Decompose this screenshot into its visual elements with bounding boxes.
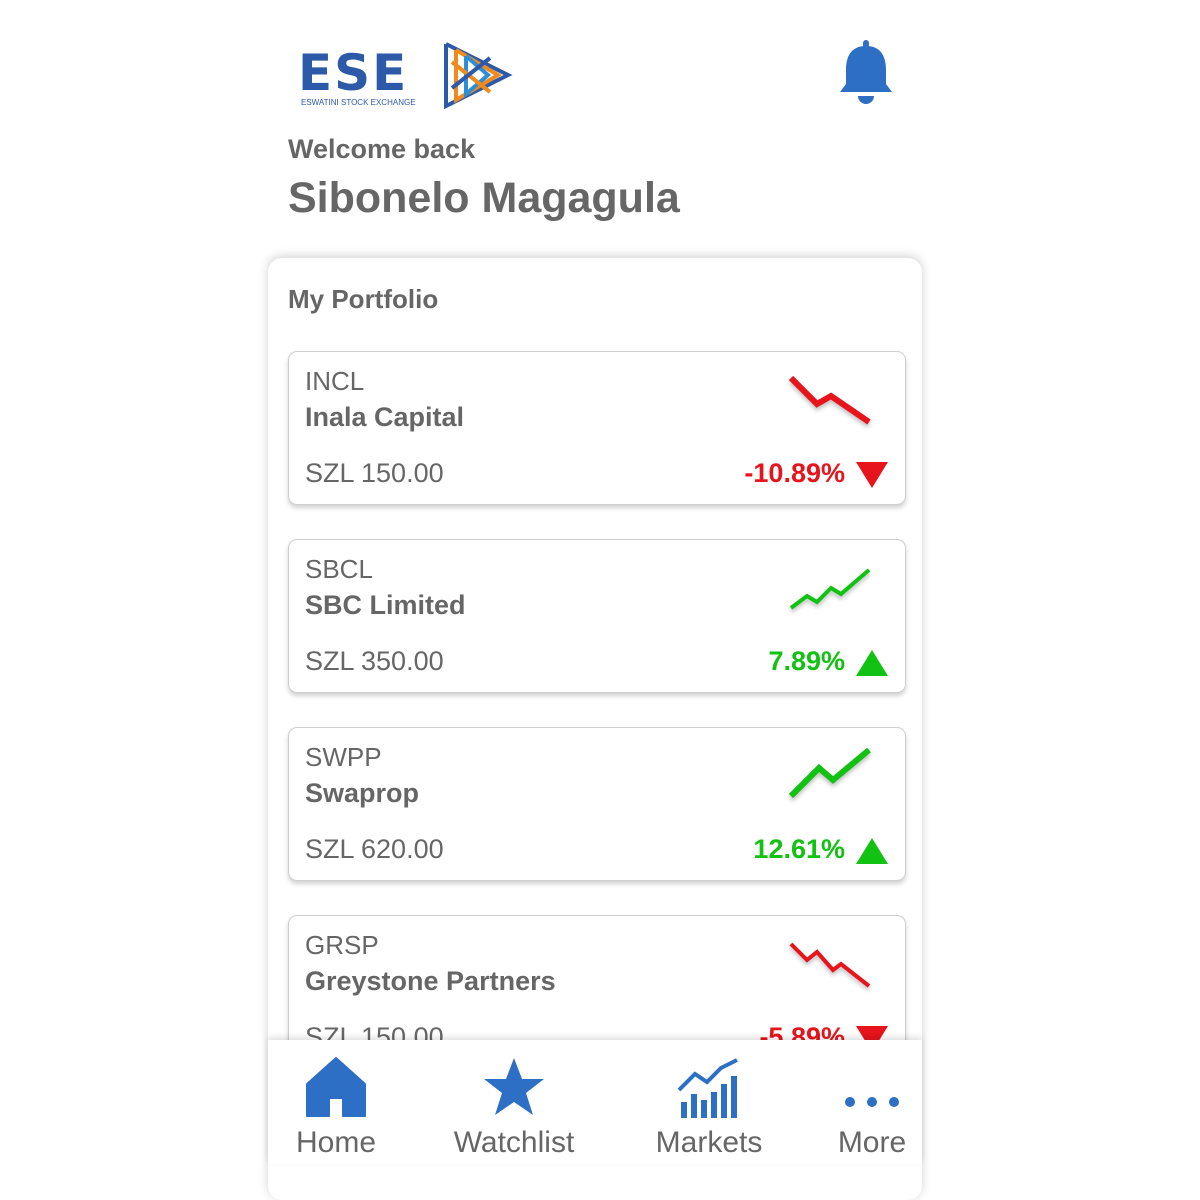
stock-ticker: GRSP xyxy=(305,930,379,960)
stock-name: SBC Limited xyxy=(305,590,466,620)
app-screen: ESE ESWATINI STOCK EXCHANGE Welcome back… xyxy=(268,0,922,1200)
stock-name: Greystone Partners xyxy=(305,966,556,996)
nav-label-watchlist: Watchlist xyxy=(453,1126,575,1159)
trend-down-icon xyxy=(789,942,871,988)
markets-chart-icon xyxy=(677,1058,738,1118)
up-triangle-icon xyxy=(856,650,888,676)
down-triangle-icon xyxy=(856,1026,888,1040)
stock-ticker: SWPP xyxy=(305,742,382,772)
nav-label-more: More xyxy=(837,1126,907,1159)
nav-label-markets: Markets xyxy=(655,1126,763,1159)
stock-card-incl[interactable]: INCL Inala Capital SZL 150.00 -10.89% xyxy=(288,351,906,505)
stock-price: SZL 150.00 xyxy=(305,458,444,488)
trend-up-icon xyxy=(789,568,871,610)
more-dots-icon xyxy=(845,1097,899,1107)
stock-change: -10.89% xyxy=(744,458,845,488)
stock-card-swpp[interactable]: SWPP Swaprop SZL 620.00 12.61% xyxy=(288,727,906,881)
stock-price: SZL 150.00 xyxy=(305,1022,444,1040)
trend-down-icon xyxy=(788,375,871,425)
stock-change: -5.89% xyxy=(759,1022,845,1040)
stock-ticker: INCL xyxy=(305,366,365,396)
stock-card-sbcl[interactable]: SBCL SBC Limited SZL 350.00 7.89% xyxy=(288,539,906,693)
bell-icon[interactable] xyxy=(836,38,896,106)
nav-label-home: Home xyxy=(295,1126,377,1159)
logo-mark-icon xyxy=(444,42,513,110)
nav-item-markets[interactable]: Markets xyxy=(642,1040,776,1164)
stock-ticker: SBCL xyxy=(305,554,373,584)
nav-item-more[interactable]: More xyxy=(822,1040,922,1164)
user-name: Sibonelo Magagula xyxy=(288,174,680,222)
logo-subtitle: ESWATINI STOCK EXCHANGE xyxy=(301,98,416,107)
star-icon xyxy=(484,1058,544,1115)
ese-logo: ESE ESWATINI STOCK EXCHANGE xyxy=(298,38,513,112)
portfolio-card: My Portfolio INCL Inala Capital SZL 150.… xyxy=(268,258,922,1200)
stock-card-grsp[interactable]: GRSP Greystone Partners SZL 150.00 -5.89… xyxy=(288,915,906,1040)
stock-name: Swaprop xyxy=(305,778,420,808)
portfolio-title: My Portfolio xyxy=(288,284,439,314)
stock-name: Inala Capital xyxy=(305,402,465,432)
stock-change: 7.89% xyxy=(768,646,845,676)
down-triangle-icon xyxy=(856,462,888,488)
logo-text: ESE xyxy=(298,44,409,102)
welcome-text: Welcome back xyxy=(288,134,476,164)
stock-price: SZL 620.00 xyxy=(305,834,444,864)
nav-item-home[interactable]: Home xyxy=(278,1040,394,1164)
trend-up-icon xyxy=(788,747,871,799)
stock-price: SZL 350.00 xyxy=(305,646,444,676)
home-icon xyxy=(306,1057,366,1117)
stock-list[interactable]: My Portfolio INCL Inala Capital SZL 150.… xyxy=(268,258,922,1040)
bottom-nav: Home Watchlist Markets More xyxy=(268,1040,922,1164)
nav-item-watchlist[interactable]: Watchlist xyxy=(444,1040,584,1164)
up-triangle-icon xyxy=(856,838,888,864)
stock-change: 12.61% xyxy=(753,834,845,864)
